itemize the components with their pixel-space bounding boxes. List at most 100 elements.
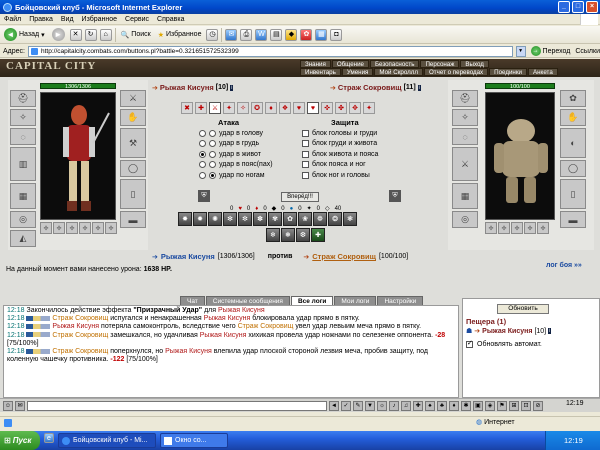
block-checkbox[interactable] bbox=[302, 161, 309, 169]
block-option-waist-legs[interactable]: блок пояса и ног bbox=[302, 160, 378, 171]
quicklaunch-ie-icon[interactable]: e bbox=[44, 433, 54, 443]
block-checkbox[interactable] bbox=[302, 171, 309, 179]
nav-exit[interactable]: Выход bbox=[460, 60, 489, 68]
nav-profile[interactable]: Анкета bbox=[528, 68, 558, 76]
block-option-belly-waist[interactable]: блок живота и пояса bbox=[302, 149, 378, 160]
shield-slot[interactable]: ⚒ bbox=[120, 128, 146, 158]
versus-player-name[interactable]: Рыжая Кисуня bbox=[161, 252, 215, 261]
combat-tab-icon[interactable]: ✪ bbox=[251, 102, 263, 114]
attack-radio[interactable] bbox=[199, 161, 206, 169]
menu-edit[interactable]: Правка bbox=[25, 16, 57, 23]
combat-tab-icon[interactable]: ✦ bbox=[223, 102, 235, 114]
spell-icon[interactable]: ❁ bbox=[313, 212, 327, 226]
menu-view[interactable]: Вид bbox=[57, 16, 78, 23]
attack-radio[interactable] bbox=[209, 140, 216, 148]
attack-radio[interactable] bbox=[209, 150, 216, 158]
nav-inventory[interactable]: Инвентарь bbox=[300, 68, 341, 76]
player-info-icon[interactable]: i bbox=[230, 84, 234, 91]
chat-icon[interactable]: ☺ bbox=[3, 400, 13, 411]
spell-icon[interactable]: ❅ bbox=[281, 228, 295, 242]
maximize-button[interactable]: □ bbox=[572, 1, 584, 13]
rune-slot[interactable]: ✢ bbox=[105, 222, 117, 234]
toolbar-extra-icon-2[interactable]: ◘ bbox=[330, 28, 343, 41]
enemy-info-icon[interactable]: i bbox=[417, 84, 421, 91]
attack-radio[interactable] bbox=[199, 171, 206, 179]
rune-slot[interactable]: ✢ bbox=[40, 222, 52, 234]
combat-tab-icon[interactable]: ✤ bbox=[335, 102, 347, 114]
nav-battles[interactable]: Поединки bbox=[489, 68, 527, 76]
attack-radio[interactable] bbox=[209, 161, 216, 169]
spell-icon[interactable]: ✚ bbox=[311, 228, 325, 242]
menu-help[interactable]: Справка bbox=[153, 16, 188, 23]
chat-icon[interactable]: ⚑ bbox=[497, 400, 507, 411]
chat-icon[interactable]: ▼ bbox=[365, 400, 375, 411]
spell-icon[interactable]: ❃ bbox=[343, 212, 357, 226]
forward-button[interactable]: ► bbox=[50, 28, 67, 41]
spell-icon[interactable]: ✿ bbox=[283, 212, 297, 226]
spell-icon[interactable]: ✾ bbox=[268, 212, 282, 226]
belt-slot[interactable]: ◎ bbox=[10, 211, 36, 228]
attack-option-waist[interactable]: удар в пояс(пах) bbox=[199, 160, 273, 171]
chat-icon[interactable]: ✎ bbox=[353, 400, 363, 411]
cloak-slot[interactable]: ▦ bbox=[10, 183, 36, 209]
mail-icon[interactable]: ✉ bbox=[225, 28, 238, 41]
necklace-slot[interactable]: ◌ bbox=[10, 128, 36, 145]
combat-tab-icon[interactable]: ❖ bbox=[279, 102, 291, 114]
spell-icon[interactable]: ❆ bbox=[296, 228, 310, 242]
block-checkbox[interactable] bbox=[302, 140, 309, 148]
nav-skills[interactable]: Умения bbox=[341, 68, 374, 76]
taskbar-window-2[interactable]: Окно со... bbox=[160, 433, 228, 448]
rune-slot[interactable]: ✢ bbox=[92, 222, 104, 234]
chat-icon[interactable]: ♪ bbox=[389, 400, 399, 411]
nav-knowledge[interactable]: Знания bbox=[300, 60, 331, 68]
chat-icon[interactable]: ⊘ bbox=[533, 400, 543, 411]
bracer-slot[interactable]: ◭ bbox=[10, 230, 36, 247]
chat-icon[interactable]: ♠ bbox=[425, 400, 435, 411]
ring-slot[interactable]: ◯ bbox=[120, 160, 146, 177]
block-option-legs-head[interactable]: блок ног и головы bbox=[302, 170, 378, 181]
spell-icon[interactable]: ✹ bbox=[193, 212, 207, 226]
weapon-slot[interactable]: ⚔ bbox=[120, 90, 146, 107]
tab-my-logs[interactable]: Мои логи bbox=[334, 296, 377, 305]
attack-option-legs[interactable]: удар по ногам bbox=[199, 170, 273, 181]
favorites-button[interactable]: ★ Избранное bbox=[156, 31, 204, 39]
address-input[interactable]: http://capitalcity.combats.com/buttons.p… bbox=[27, 45, 513, 57]
back-button[interactable]: ◄ Назад ▾ bbox=[2, 28, 47, 41]
chat-icon[interactable]: ◄ bbox=[329, 400, 339, 411]
spell-icon[interactable]: ✻ bbox=[223, 212, 237, 226]
menu-file[interactable]: Файл bbox=[0, 16, 25, 23]
chat-icon[interactable]: ♦ bbox=[449, 400, 459, 411]
combat-tab-icon[interactable]: ✥ bbox=[349, 102, 361, 114]
chat-icon[interactable]: ⊞ bbox=[509, 400, 519, 411]
attack-option-head[interactable]: удар в голову bbox=[199, 128, 273, 139]
player-name[interactable]: Рыжая Кисуня bbox=[160, 83, 214, 92]
refresh-button[interactable]: Обновить bbox=[497, 304, 549, 314]
search-button[interactable]: 🔍 Поиск bbox=[119, 31, 153, 39]
nav-security[interactable]: Безопасность bbox=[369, 60, 420, 68]
helmet-slot[interactable]: ⛑ bbox=[10, 90, 36, 107]
tab-all-logs[interactable]: Все логи bbox=[290, 296, 334, 305]
chat-icon[interactable]: ▣ bbox=[473, 400, 483, 411]
go-button[interactable]: → Переход bbox=[529, 46, 573, 56]
tab-settings[interactable]: Настройки bbox=[377, 296, 424, 305]
attack-radio[interactable] bbox=[199, 150, 206, 158]
messenger-icon[interactable]: ✿ bbox=[300, 28, 313, 41]
block-option-head-chest[interactable]: блок головы и груди bbox=[302, 128, 378, 139]
member-name[interactable]: Рыжая Кисуня bbox=[482, 328, 532, 335]
nav-scroll[interactable]: Мой Скроллл bbox=[374, 68, 423, 76]
chat-icon[interactable]: ⊡ bbox=[521, 400, 531, 411]
gloves-slot[interactable]: ✋ bbox=[120, 109, 146, 126]
refresh-icon[interactable]: ↻ bbox=[84, 28, 97, 41]
home-icon[interactable]: ⌂ bbox=[99, 28, 112, 41]
discuss-icon[interactable]: ▤ bbox=[270, 28, 283, 41]
member-info-icon[interactable]: i bbox=[548, 328, 552, 334]
combat-tab-icon[interactable]: ✧ bbox=[237, 102, 249, 114]
stop-icon[interactable]: ✕ bbox=[69, 28, 82, 41]
forward-attack-button[interactable]: Вперёд!!! bbox=[281, 192, 319, 202]
nav-character[interactable]: Персонаж bbox=[420, 60, 460, 68]
attack-radio[interactable] bbox=[209, 129, 216, 137]
attack-option-chest[interactable]: удар в грудь bbox=[199, 139, 273, 150]
attack-radio[interactable] bbox=[199, 140, 206, 148]
block-checkbox[interactable] bbox=[302, 129, 309, 137]
chat-icon[interactable]: ☼ bbox=[377, 400, 387, 411]
